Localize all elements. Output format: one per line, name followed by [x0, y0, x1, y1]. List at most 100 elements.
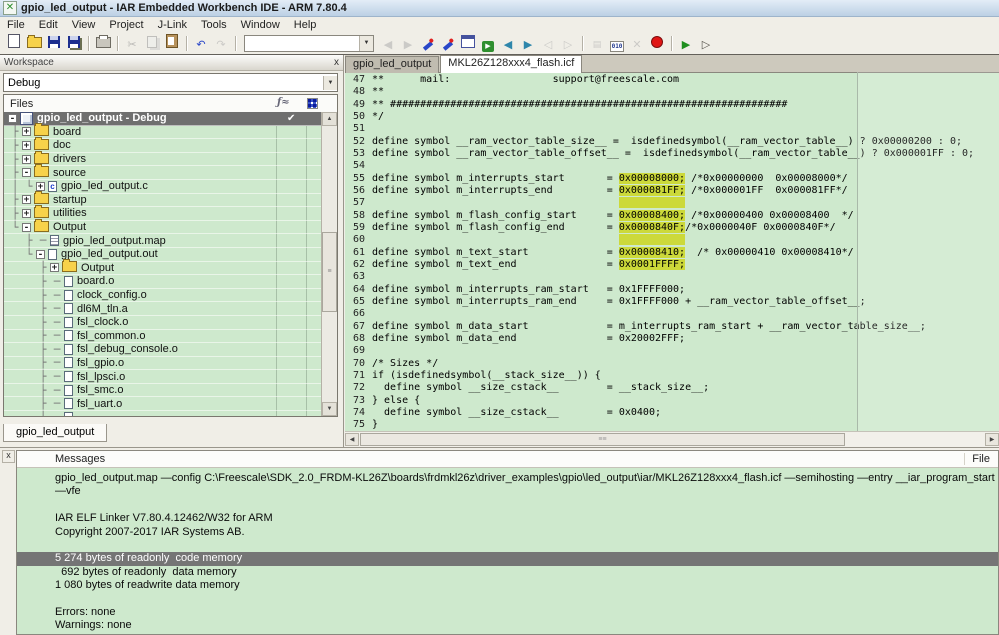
code-line-73[interactable]: 73} else {: [345, 395, 999, 407]
log-row[interactable]: 5 274 bytes of readonly code memory: [17, 552, 998, 566]
undo-button[interactable]: ↶: [192, 35, 210, 52]
find-in-files-button[interactable]: [459, 34, 477, 52]
code-line-57[interactable]: 57: [345, 197, 999, 209]
tree-item-blank[interactable]: ├─: [4, 411, 322, 416]
tree-item-drivers[interactable]: ├ + drivers: [4, 150, 322, 167]
scroll-right-icon[interactable]: ▶: [985, 433, 999, 446]
tree-vertical-scrollbar[interactable]: ▲ ≡ ▼: [321, 112, 337, 416]
files-column-header[interactable]: Files ƒ≈: [4, 95, 337, 113]
expand-icon[interactable]: +: [22, 154, 31, 164]
new-document-button[interactable]: [5, 34, 23, 52]
code-line-60[interactable]: 60: [345, 234, 999, 246]
menu-edit[interactable]: Edit: [32, 18, 65, 32]
code-line-74[interactable]: 74 define symbol __size_cstack__ = 0x040…: [345, 407, 999, 419]
download-and-debug-button[interactable]: ▶: [677, 35, 695, 52]
tree-item-gpio-led-output-c[interactable]: │ └ + c gpio_led_output.c: [4, 180, 322, 194]
tree-item-board-o[interactable]: ├ ─ board.o: [4, 275, 322, 289]
collapse-icon[interactable]: -: [36, 249, 45, 259]
editor-tab-mkl26z128xxx4-flash-icf[interactable]: MKL26Z128xxx4_flash.icf: [440, 55, 583, 73]
code-line-65[interactable]: 65 define symbol m_interrupts_ram_end = 0…: [345, 296, 999, 308]
log-row[interactable]: Errors: none: [17, 606, 998, 619]
code-line-66[interactable]: 66: [345, 308, 999, 320]
debug-without-downloading-button[interactable]: ▷: [697, 35, 715, 52]
tree-item-source[interactable]: ├ - source: [4, 164, 322, 180]
log-row[interactable]: gpio_led_output.map —config C:\Freescale…: [17, 472, 998, 485]
tree-item-fsl-clock-o[interactable]: ├ ─ fsl_clock.o: [4, 316, 322, 330]
tree-item-gpio-led-output-out[interactable]: └ - gpio_led_output.out: [4, 248, 322, 262]
code-line-50[interactable]: 50 */: [345, 111, 999, 123]
tree-item-fsl-uart-o[interactable]: ├ ─ fsl_uart.o: [4, 397, 322, 412]
expand-icon[interactable]: +: [50, 263, 59, 273]
log-row[interactable]: IAR ELF Linker V7.80.4.12462/W32 for ARM: [17, 512, 998, 525]
code-line-55[interactable]: 55 define symbol m_interrupts_start = 0x0…: [345, 172, 999, 185]
log-row[interactable]: 1 080 bytes of readwrite data memory: [17, 579, 998, 592]
tree-item-fsl-common-o[interactable]: ├ ─ fsl_common.o: [4, 329, 322, 344]
collapse-icon[interactable]: -: [22, 168, 31, 178]
log-row[interactable]: 692 bytes of readonly data memory: [17, 566, 998, 579]
save-all-button[interactable]: [65, 35, 83, 52]
code-line-56[interactable]: 56 define symbol m_interrupts_end = 0x000…: [345, 184, 999, 197]
code-line-72[interactable]: 72 define symbol __size_cstack__ = __sta…: [345, 382, 999, 394]
scrollbar-thumb[interactable]: ≡≡: [360, 433, 845, 446]
log-row[interactable]: [17, 593, 998, 606]
code-line-54[interactable]: 54: [345, 160, 999, 172]
menu-file[interactable]: File: [0, 18, 32, 32]
editor-horizontal-scrollbar[interactable]: ◀ ≡≡ ▶: [345, 431, 999, 447]
close-icon[interactable]: x: [334, 57, 339, 68]
code-line-69[interactable]: 69: [345, 345, 999, 357]
log-row[interactable]: [17, 499, 998, 512]
expand-icon[interactable]: +: [22, 140, 31, 150]
code-line-68[interactable]: 68 define symbol m_data_end = 0x20002FFF;: [345, 333, 999, 345]
menu-window[interactable]: Window: [234, 18, 287, 32]
menu-view[interactable]: View: [65, 18, 103, 32]
code-line-59[interactable]: 59 define symbol m_flash_config_end = 0x0…: [345, 221, 999, 234]
menu-tools[interactable]: Tools: [194, 18, 234, 32]
chevron-down-icon[interactable]: ▼: [359, 36, 373, 51]
collapse-icon[interactable]: -: [8, 113, 17, 123]
make-button[interactable]: 010: [608, 35, 626, 52]
scroll-down-icon[interactable]: ▼: [322, 402, 337, 416]
tree-item-fsl-debug-console-o[interactable]: ├ ─ fsl_debug_console.o: [4, 343, 322, 357]
save-button[interactable]: [45, 35, 63, 52]
tree-item-fsl-lpsci-o[interactable]: ├ ─ fsl_lpsci.o: [4, 370, 322, 384]
code-line-71[interactable]: 71 if (isdefinedsymbol(__stack_size__)) {: [345, 370, 999, 382]
code-line-49[interactable]: 49 ** ###################################…: [345, 99, 999, 111]
log-row[interactable]: —vfe: [17, 485, 998, 498]
log-row[interactable]: [17, 539, 998, 552]
quick-search-input[interactable]: [245, 36, 359, 51]
tree-item-startup[interactable]: ├ + startup: [4, 191, 322, 208]
tree-item-fsl-smc-o[interactable]: ├ ─ fsl_smc.o: [4, 384, 322, 398]
menu-help[interactable]: Help: [287, 18, 324, 32]
code-line-75[interactable]: 75}: [345, 419, 999, 431]
code-line-52[interactable]: 52 define symbol __ram_vector_table_size_…: [345, 136, 999, 148]
code-line-64[interactable]: 64 define symbol m_interrupts_ram_start =…: [345, 284, 999, 296]
toggle-bookmark-button[interactable]: [419, 35, 437, 52]
code-line-51[interactable]: 51: [345, 123, 999, 135]
tree-item-gpio-led-output-map[interactable]: ├ ─ gpio_led_output.map: [4, 234, 322, 248]
code-line-63[interactable]: 63: [345, 271, 999, 283]
code-line-62[interactable]: 62 define symbol m_text_end = 0x0001FFFF;: [345, 258, 999, 271]
print-button[interactable]: [94, 35, 112, 52]
next-bookmark-button[interactable]: [439, 35, 457, 52]
expand-icon[interactable]: +: [36, 181, 45, 191]
tree-item-board[interactable]: ├ + board: [4, 123, 322, 140]
scroll-left-icon[interactable]: ◀: [345, 433, 359, 446]
code-line-47[interactable]: 47 ** mail: support@freescale.com: [345, 74, 999, 86]
code-area[interactable]: 47 ** mail: support@freescale.com 48 ** 49 **…: [345, 72, 999, 432]
scroll-up-icon[interactable]: ▲: [322, 112, 337, 126]
code-line-61[interactable]: 61 define symbol m_text_start = 0x0000841…: [345, 246, 999, 259]
collapse-icon[interactable]: -: [22, 222, 31, 232]
quick-search-combobox[interactable]: ▼: [244, 35, 374, 52]
code-line-70[interactable]: 70 /* Sizes */: [345, 358, 999, 370]
toggle-breakpoint-button[interactable]: [648, 35, 666, 52]
close-icon[interactable]: x: [2, 450, 15, 463]
configuration-dropdown[interactable]: Debug ▼: [3, 73, 338, 92]
scrollbar-thumb[interactable]: ≡: [322, 232, 337, 312]
open-file-button[interactable]: [25, 35, 43, 52]
tree-item-gpio-led-output-debug[interactable]: - gpio_led_output - Debug ✔: [4, 112, 322, 126]
editor-tab-gpio-led-output[interactable]: gpio_led_output: [345, 56, 440, 73]
code-line-58[interactable]: 58 define symbol m_flash_config_start = 0…: [345, 209, 999, 222]
workspace-tab[interactable]: gpio_led_output: [3, 424, 108, 442]
expand-icon[interactable]: +: [22, 127, 31, 137]
tree-item-output[interactable]: ├ + Output: [4, 259, 322, 276]
